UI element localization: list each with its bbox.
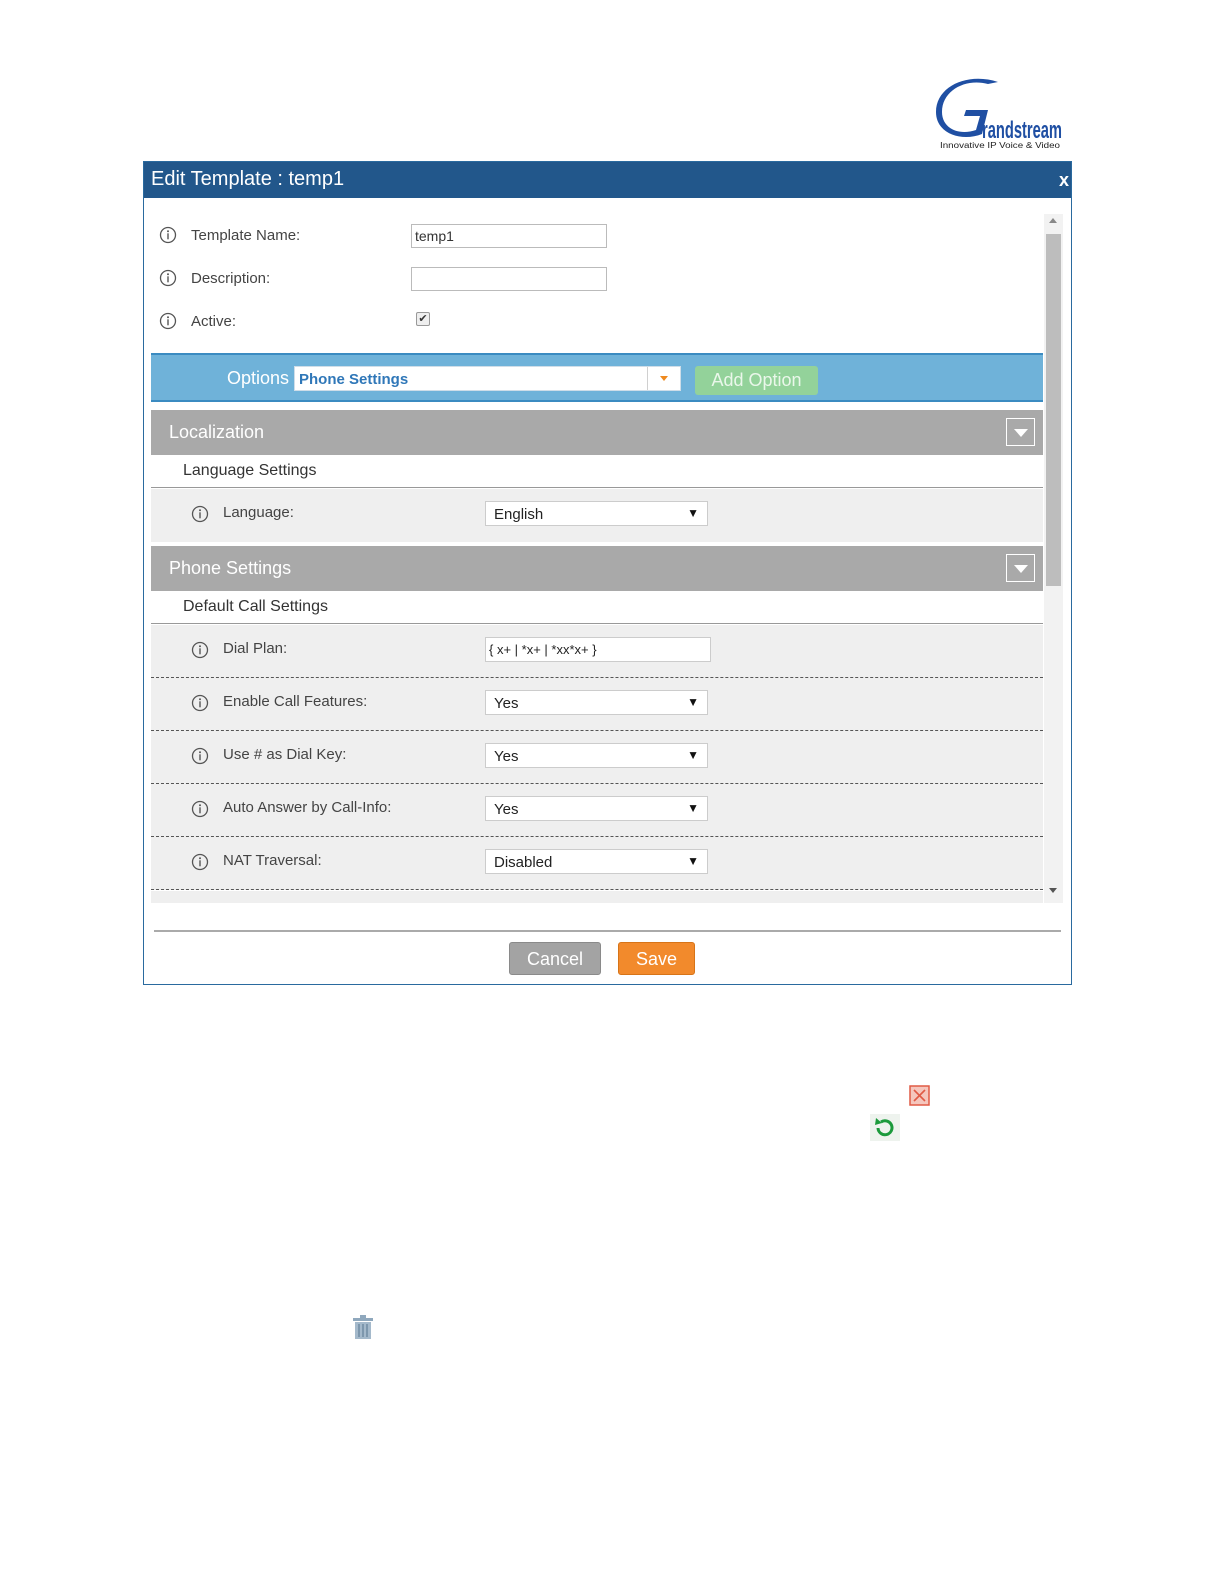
scrollbar[interactable] (1044, 214, 1063, 903)
auto-answer-label: Auto Answer by Call-Info: (223, 799, 392, 816)
chevron-down-icon: ▼ (687, 854, 699, 868)
options-selected-value: Phone Settings (299, 371, 409, 388)
scroll-down-icon[interactable] (1049, 888, 1057, 893)
description-label: Description: (191, 270, 271, 287)
collapse-toggle-icon[interactable] (1006, 554, 1035, 582)
add-option-button[interactable]: Add Option (695, 366, 818, 395)
refresh-icon[interactable] (870, 1114, 900, 1141)
language-value: English (494, 506, 544, 523)
language-settings-subheader: Language Settings (151, 455, 1043, 488)
active-label: Active: (191, 313, 237, 330)
dial-plan-input[interactable]: { x+ | *x+ | *xx*x+ } (485, 637, 711, 662)
dialog-titlebar: Edit Template : temp1 x (144, 162, 1071, 198)
scroll-up-icon[interactable] (1049, 218, 1057, 223)
info-icon[interactable] (191, 747, 209, 765)
enable-call-features-label: Enable Call Features: (223, 693, 368, 710)
enable-call-features-value: Yes (494, 695, 519, 712)
section-title: Localization (169, 422, 265, 442)
use-hash-dial-key-select[interactable]: Yes ▼ (485, 743, 708, 768)
use-hash-dial-key-value: Yes (494, 748, 519, 765)
language-select[interactable]: English ▼ (485, 501, 708, 526)
subsection-title: Language Settings (183, 462, 317, 479)
dialog-title: Edit Template : temp1 (151, 168, 345, 190)
chevron-down-icon: ▼ (687, 748, 699, 762)
template-name-input[interactable] (411, 224, 607, 248)
footer-divider (154, 930, 1061, 932)
save-button[interactable]: Save (618, 942, 695, 975)
grandstream-logo: randstream Innovative IP Voice & Video (936, 76, 1064, 152)
cancel-button[interactable]: Cancel (509, 942, 601, 975)
use-hash-dial-key-label: Use # as Dial Key: (223, 746, 347, 763)
default-call-settings-subheader: Default Call Settings (151, 591, 1043, 624)
nat-traversal-label: NAT Traversal: (223, 852, 322, 869)
dialog-body: Template Name: Description: Active: ✔ Op… (144, 198, 1071, 903)
nat-traversal-select[interactable]: Disabled ▼ (485, 849, 708, 874)
localization-section-header[interactable]: Localization (151, 410, 1043, 455)
language-label: Language: (223, 504, 294, 521)
active-row: Active: ✔ (159, 310, 639, 334)
red-close-icon[interactable] (909, 1085, 930, 1106)
nat-traversal-row: NAT Traversal: Disabled ▼ (151, 837, 1043, 890)
scrollbar-thumb[interactable] (1046, 234, 1061, 586)
dial-plan-label: Dial Plan: (223, 640, 288, 657)
use-hash-dial-key-row: Use # as Dial Key: Yes ▼ (151, 731, 1043, 784)
enable-call-features-row: Enable Call Features: Yes ▼ (151, 678, 1043, 731)
info-icon[interactable] (159, 269, 177, 287)
info-icon[interactable] (159, 312, 177, 330)
template-name-label: Template Name: (191, 227, 301, 244)
edit-template-dialog: Edit Template : temp1 x Template Name: D… (143, 161, 1072, 985)
description-row: Description: (159, 267, 639, 291)
active-checkbox[interactable]: ✔ (416, 312, 430, 326)
chevron-down-icon: ▼ (687, 695, 699, 709)
next-row-partial (151, 891, 1043, 903)
phone-settings-section-header[interactable]: Phone Settings (151, 546, 1043, 591)
auto-answer-select[interactable]: Yes ▼ (485, 796, 708, 821)
language-row: Language: English ▼ (151, 489, 1043, 542)
chevron-down-icon: ▼ (687, 506, 699, 520)
nat-traversal-value: Disabled (494, 854, 553, 871)
collapse-toggle-icon[interactable] (1006, 418, 1035, 446)
close-button[interactable]: x (1059, 170, 1069, 191)
info-icon[interactable] (191, 800, 209, 818)
info-icon[interactable] (159, 226, 177, 244)
dial-plan-row: Dial Plan: { x+ | *x+ | *xx*x+ } (151, 625, 1043, 678)
chevron-down-icon: ▼ (687, 801, 699, 815)
logo-tagline: Innovative IP Voice & Video (940, 141, 1061, 150)
info-icon[interactable] (191, 641, 209, 659)
logo-brand: randstream (982, 117, 1062, 144)
options-label: Options (227, 368, 290, 388)
options-select[interactable]: Phone Settings (294, 366, 681, 391)
chevron-down-icon[interactable] (647, 367, 680, 390)
section-title: Phone Settings (169, 558, 292, 578)
auto-answer-value: Yes (494, 801, 519, 818)
trash-icon[interactable] (351, 1314, 375, 1340)
template-name-row: Template Name: (159, 224, 639, 248)
description-input[interactable] (411, 267, 607, 291)
info-icon[interactable] (191, 853, 209, 871)
options-bar: Options Phone Settings Add Option (151, 353, 1043, 402)
subsection-title: Default Call Settings (183, 598, 328, 615)
auto-answer-row: Auto Answer by Call-Info: Yes ▼ (151, 784, 1043, 837)
info-icon[interactable] (191, 694, 209, 712)
info-icon[interactable] (191, 505, 209, 523)
enable-call-features-select[interactable]: Yes ▼ (485, 690, 708, 715)
